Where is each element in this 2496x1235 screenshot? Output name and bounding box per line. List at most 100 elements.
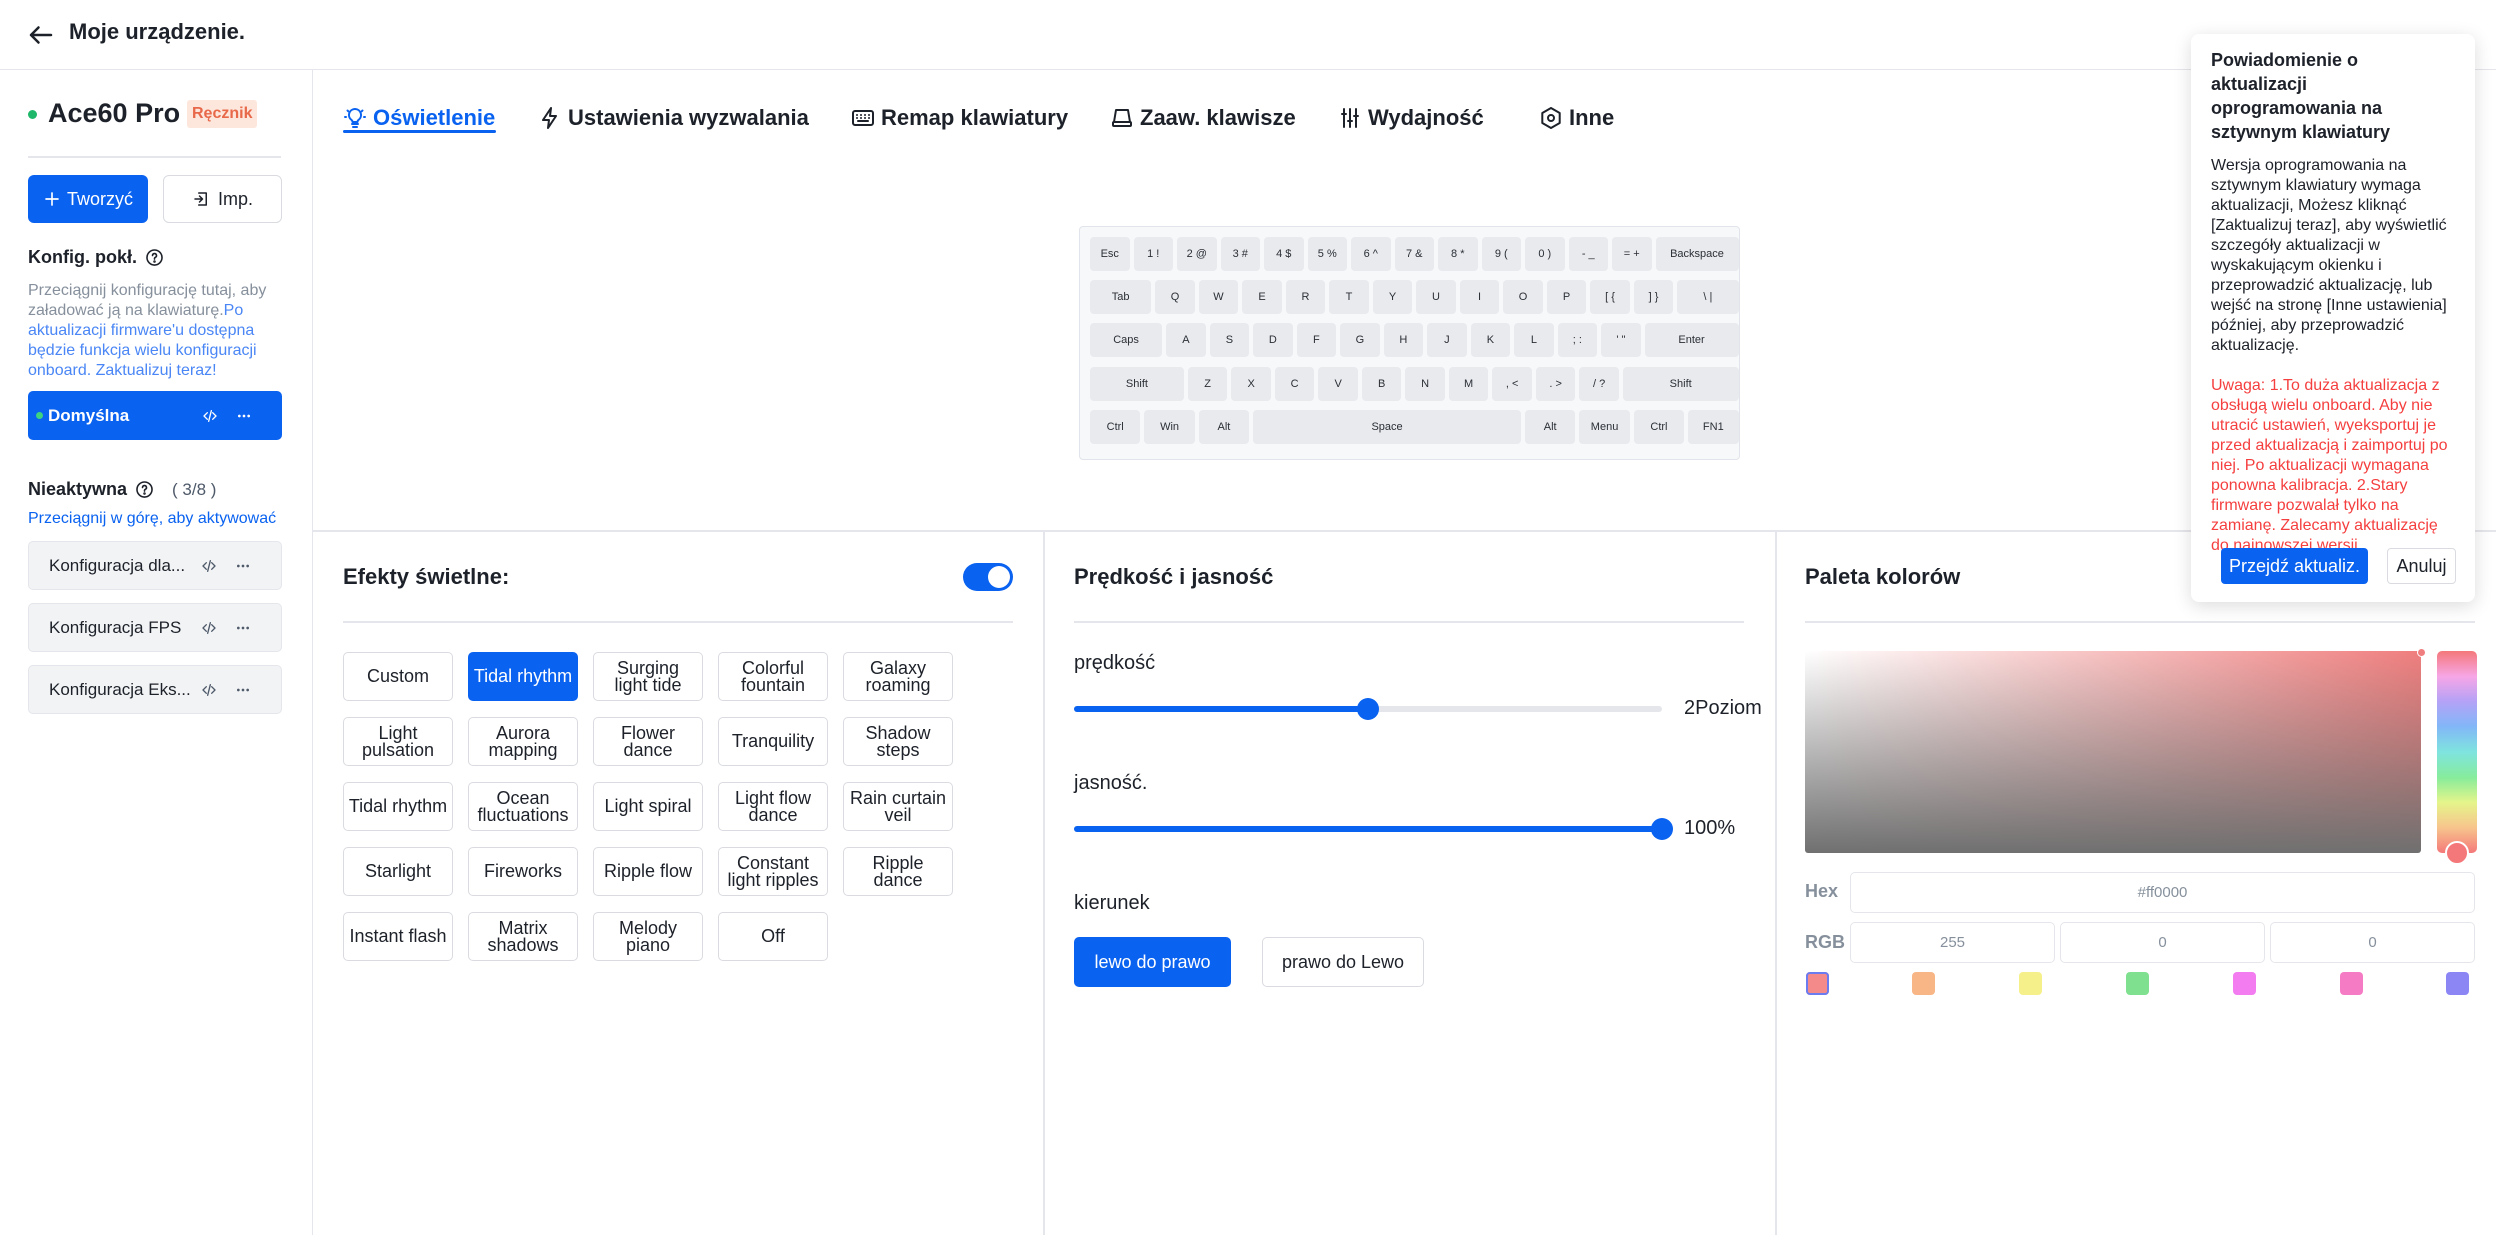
key[interactable]: Menu — [1579, 410, 1630, 444]
color-swatch[interactable] — [2233, 972, 2256, 995]
effect-button[interactable]: Ripple dance — [843, 847, 953, 896]
key[interactable]: Shift — [1622, 367, 1739, 401]
color-swatch[interactable] — [2446, 972, 2469, 995]
speed-slider-thumb[interactable] — [1357, 698, 1379, 720]
key[interactable]: , < — [1492, 367, 1532, 401]
key[interactable]: Y — [1372, 280, 1413, 314]
effect-button[interactable]: Ocean fluctuations — [468, 782, 578, 831]
color-swatch[interactable] — [1806, 972, 1829, 995]
key[interactable]: W — [1198, 280, 1239, 314]
key[interactable]: I — [1459, 280, 1500, 314]
code-icon[interactable] — [202, 408, 218, 424]
key[interactable]: 2 @ — [1177, 237, 1217, 271]
key[interactable]: ] } — [1633, 280, 1674, 314]
direction-left-to-right-button[interactable]: lewo do prawo — [1074, 937, 1231, 987]
effect-button[interactable]: Tranquility — [718, 717, 828, 766]
tab-performance[interactable]: Wydajność — [1338, 98, 1484, 138]
go-to-update-button[interactable]: Przejdź aktualiz. — [2221, 548, 2368, 584]
arrow-left-icon[interactable] — [26, 20, 56, 50]
effect-button[interactable]: Light pulsation — [343, 717, 453, 766]
color-swatch[interactable] — [1912, 972, 1935, 995]
code-icon[interactable] — [201, 620, 217, 636]
direction-right-to-left-button[interactable]: prawo do Lewo — [1262, 937, 1424, 987]
rgb-green-input[interactable]: 0 — [2060, 922, 2265, 963]
key[interactable]: 6 ^ — [1351, 237, 1391, 271]
key[interactable]: 4 $ — [1264, 237, 1304, 271]
key[interactable]: Caps — [1090, 323, 1163, 357]
key[interactable]: \ | — [1677, 280, 1739, 314]
key[interactable]: Q — [1155, 280, 1195, 314]
hex-input[interactable]: #ff0000 — [1850, 872, 2475, 913]
effect-button[interactable]: Fireworks — [468, 847, 578, 896]
key[interactable]: Alt — [1525, 410, 1576, 444]
help-icon[interactable] — [135, 480, 154, 499]
key[interactable]: L — [1514, 323, 1554, 357]
effect-button[interactable]: Galaxy roaming — [843, 652, 953, 701]
key[interactable]: [ { — [1590, 280, 1630, 314]
key[interactable]: 1 ! — [1133, 237, 1173, 271]
effect-button[interactable]: Constant light ripples — [718, 847, 828, 896]
code-icon[interactable] — [201, 558, 217, 574]
effect-button[interactable]: Rain curtain veil — [843, 782, 953, 831]
key[interactable]: E — [1242, 280, 1282, 314]
effect-button[interactable]: Custom — [343, 652, 453, 701]
key[interactable]: P — [1546, 280, 1587, 314]
key[interactable]: 8 * — [1438, 237, 1478, 271]
effect-button[interactable]: Melody piano — [593, 912, 703, 961]
key[interactable]: U — [1416, 280, 1456, 314]
create-config-button[interactable]: Tworzyć — [28, 175, 148, 223]
key[interactable]: Alt — [1198, 410, 1250, 444]
key[interactable]: 3 # — [1220, 237, 1260, 271]
key[interactable]: N — [1405, 367, 1445, 401]
key[interactable]: . > — [1535, 367, 1576, 401]
key[interactable]: K — [1470, 323, 1511, 357]
effects-toggle[interactable] — [963, 563, 1013, 591]
effect-button[interactable]: Colorful fountain — [718, 652, 828, 701]
key[interactable]: Ctrl — [1633, 410, 1685, 444]
effect-button[interactable]: Tidal rhythm — [468, 652, 578, 701]
effect-button[interactable]: Ripple flow — [593, 847, 703, 896]
tab-trigger-settings[interactable]: Ustawienia wyzwalania — [538, 98, 809, 138]
key[interactable]: M — [1448, 367, 1489, 401]
effect-button[interactable]: Matrix shadows — [468, 912, 578, 961]
key[interactable]: Enter — [1644, 323, 1739, 357]
tab-other[interactable]: Inne — [1539, 98, 1614, 138]
cancel-button[interactable]: Anuluj — [2387, 548, 2456, 584]
more-icon[interactable] — [236, 408, 252, 424]
inactive-config-item[interactable]: Konfiguracja FPS — [28, 603, 282, 652]
speed-slider[interactable] — [1074, 698, 1662, 720]
hue-slider-thumb[interactable] — [2445, 841, 2469, 865]
effect-button[interactable]: Starlight — [343, 847, 453, 896]
effect-button[interactable]: Aurora mapping — [468, 717, 578, 766]
key[interactable]: J — [1427, 323, 1467, 357]
import-config-button[interactable]: Imp. — [163, 175, 282, 223]
key[interactable]: X — [1231, 367, 1271, 401]
hue-slider[interactable] — [2437, 651, 2477, 853]
effect-button[interactable]: Light flow dance — [718, 782, 828, 831]
key[interactable]: FN1 — [1688, 410, 1739, 444]
key[interactable]: 0 ) — [1525, 237, 1565, 271]
color-swatch[interactable] — [2126, 972, 2149, 995]
key[interactable]: T — [1329, 280, 1369, 314]
key[interactable]: C — [1274, 367, 1315, 401]
inactive-config-item[interactable]: Konfiguracja Eks... — [28, 665, 282, 714]
key[interactable]: 7 & — [1394, 237, 1434, 271]
key[interactable]: V — [1318, 367, 1358, 401]
effect-button[interactable]: Surging light tide — [593, 652, 703, 701]
inactive-config-item[interactable]: Konfiguracja dla... — [28, 541, 282, 590]
key[interactable]: Esc — [1090, 237, 1130, 271]
code-icon[interactable] — [201, 682, 217, 698]
effect-button[interactable]: Tidal rhythm — [343, 782, 453, 831]
key[interactable]: Z — [1187, 367, 1228, 401]
key[interactable]: - _ — [1568, 237, 1608, 271]
key[interactable]: A — [1166, 323, 1206, 357]
active-config-item[interactable]: Domyślna — [28, 391, 282, 440]
key[interactable]: = + — [1612, 237, 1652, 271]
effect-button[interactable]: Flower dance — [593, 717, 703, 766]
brightness-slider-thumb[interactable] — [1651, 818, 1673, 840]
color-picker-area[interactable] — [1805, 651, 2421, 853]
key[interactable]: Shift — [1090, 367, 1184, 401]
rgb-blue-input[interactable]: 0 — [2270, 922, 2475, 963]
key[interactable]: O — [1503, 280, 1543, 314]
key[interactable]: R — [1285, 280, 1326, 314]
